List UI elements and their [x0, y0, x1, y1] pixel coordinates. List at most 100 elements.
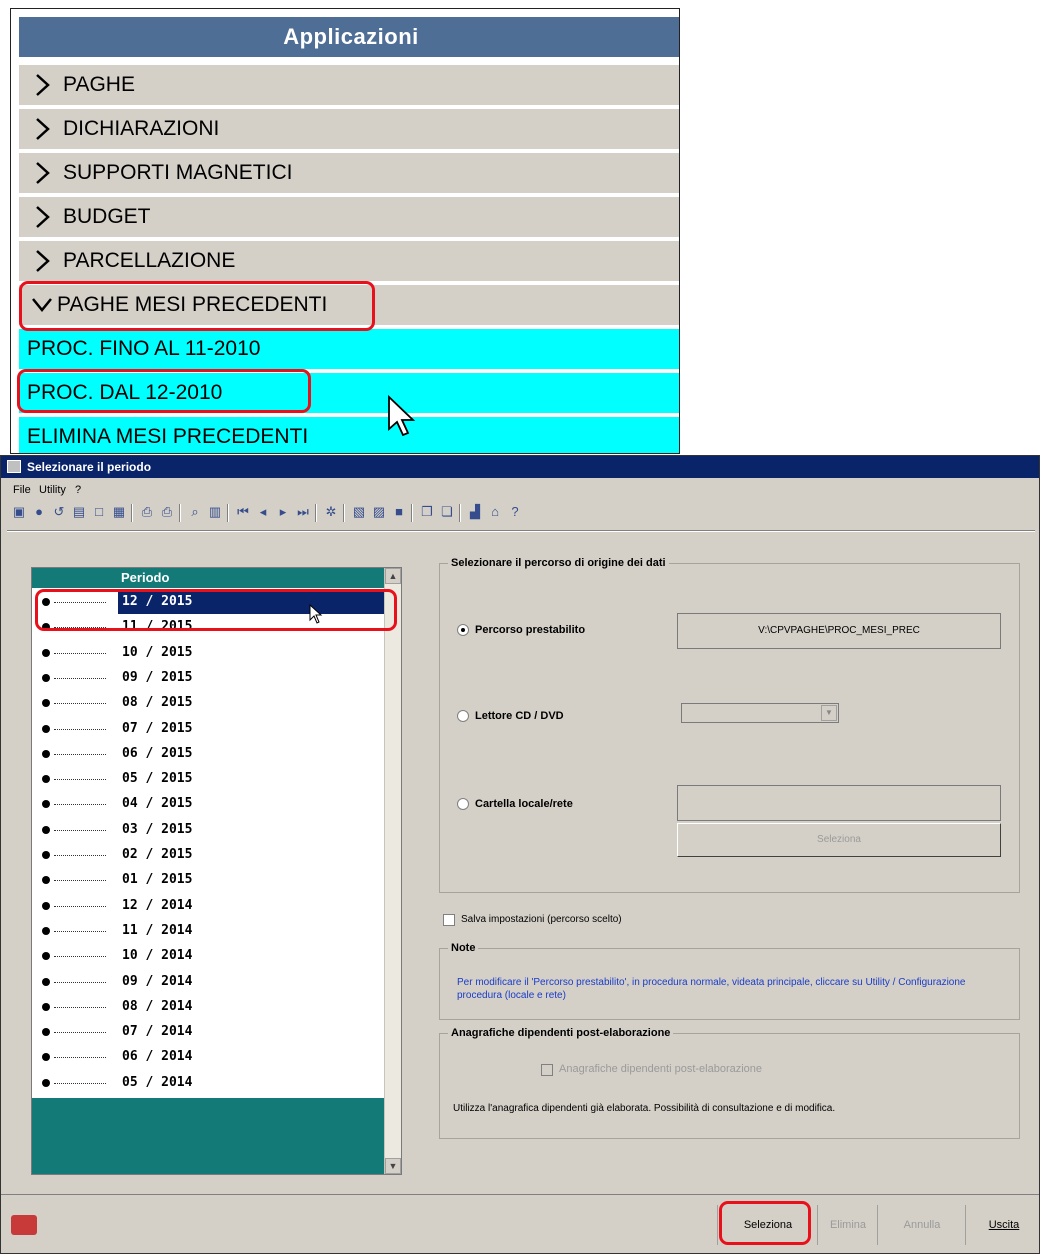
- period-row[interactable]: 02 / 2015: [32, 843, 386, 867]
- scroll-down-icon[interactable]: ▼: [385, 1158, 401, 1174]
- dotted-leader: [54, 1032, 106, 1034]
- select-period-dialog: Selezionare il periodo File Utility ? ▣ …: [0, 455, 1040, 1254]
- monitor-icon[interactable]: ■: [391, 504, 407, 520]
- cd-drive-select: ▼: [681, 703, 839, 723]
- period-row[interactable]: 07 / 2014: [32, 1020, 386, 1044]
- find-icon[interactable]: ⌕: [187, 504, 203, 520]
- folder-icon[interactable]: ▦: [111, 504, 127, 520]
- print-icon[interactable]: ⎙: [139, 504, 155, 520]
- first-record-icon[interactable]: ⏮: [235, 504, 251, 520]
- bullet-icon: [42, 952, 50, 961]
- period-row[interactable]: 10 / 2015: [32, 641, 386, 665]
- dotted-leader: [54, 728, 106, 730]
- period-row[interactable]: 07 / 2015: [32, 717, 386, 741]
- period-row[interactable]: 06 / 2014: [32, 1045, 386, 1069]
- chevron-right-icon: [36, 206, 50, 228]
- period-row[interactable]: 10 / 2014: [32, 944, 386, 968]
- print-preview-icon[interactable]: ⎙: [159, 504, 175, 520]
- undo-icon[interactable]: ↺: [51, 504, 67, 520]
- folder-path-field: [677, 785, 1001, 821]
- record-icon[interactable]: ●: [31, 504, 47, 520]
- app-item-paghe[interactable]: PAGHE: [19, 65, 679, 105]
- period-value: 10 / 2014: [122, 948, 193, 964]
- dialog-title: Selezionare il periodo: [27, 460, 152, 474]
- menu-help[interactable]: ?: [75, 480, 81, 500]
- bullet-icon: [42, 648, 50, 657]
- filter-icon[interactable]: ▥: [207, 504, 223, 520]
- anagrafiche-checkbox[interactable]: [541, 1064, 553, 1076]
- next-record-icon[interactable]: ▸: [275, 504, 291, 520]
- copy-icon[interactable]: ❐: [419, 504, 435, 520]
- new-icon[interactable]: □: [91, 504, 107, 520]
- chevron-right-icon: [36, 118, 50, 140]
- radio-default-path[interactable]: [457, 624, 469, 636]
- period-value: 01 / 2015: [122, 872, 193, 888]
- period-value: 09 / 2015: [122, 669, 193, 685]
- period-column-header[interactable]: Periodo: [32, 568, 386, 588]
- app-item-parcellazione[interactable]: PARCELLAZIONE: [19, 241, 679, 281]
- applications-panel: Applicazioni PAGHE DICHIARAZIONI SUPPORT…: [10, 8, 680, 454]
- anagrafiche-text: Utilizza l'anagrafica dipendenti già ela…: [453, 1103, 836, 1114]
- menu-file[interactable]: File: [13, 480, 31, 500]
- toolbar-separator: [411, 504, 413, 522]
- save-settings-checkbox[interactable]: [443, 914, 455, 926]
- toolbar-separator: [179, 504, 181, 522]
- radio-local-folder[interactable]: [457, 798, 469, 810]
- scroll-up-icon[interactable]: ▲: [385, 568, 401, 584]
- radio-local-folder-label: Cartella locale/rete: [475, 798, 573, 810]
- period-row[interactable]: 08 / 2014: [32, 995, 386, 1019]
- period-row[interactable]: 01 / 2015: [32, 868, 386, 892]
- window-icon: [7, 460, 21, 473]
- period-row[interactable]: 08 / 2015: [32, 691, 386, 715]
- period-list[interactable]: Periodo 12 / 2015 11 / 2015 10 / 2015 09 / …: [31, 567, 402, 1175]
- context-help-icon[interactable]: ?: [507, 504, 523, 520]
- period-row[interactable]: 04 / 2015: [32, 792, 386, 816]
- dialog-titlebar[interactable]: Selezionare il periodo: [1, 456, 1039, 478]
- uscita-button[interactable]: Uscita: [965, 1205, 1039, 1245]
- period-row[interactable]: 05 / 2015: [32, 767, 386, 791]
- annulla-button[interactable]: Annulla: [877, 1205, 966, 1245]
- app-item-supporti-magnetici[interactable]: SUPPORTI MAGNETICI: [19, 153, 679, 193]
- applications-header: Applicazioni: [19, 17, 679, 57]
- subitem-proc-fino-11-2010[interactable]: PROC. FINO AL 11-2010: [19, 329, 679, 369]
- mouse-cursor-icon: [388, 395, 416, 437]
- menu-utility[interactable]: Utility: [39, 480, 66, 500]
- app-item-budget[interactable]: BUDGET: [19, 197, 679, 237]
- chart-icon[interactable]: ▧: [351, 504, 367, 520]
- paste-icon[interactable]: ❏: [439, 504, 455, 520]
- bullet-icon: [42, 901, 50, 910]
- stats-icon[interactable]: ▟: [467, 504, 483, 520]
- toolbar-separator: [315, 504, 317, 522]
- dotted-leader: [54, 1082, 106, 1084]
- tools-icon[interactable]: ▤: [71, 504, 87, 520]
- period-value: 08 / 2014: [122, 998, 193, 1014]
- disk-icon[interactable]: ▨: [371, 504, 387, 520]
- period-row[interactable]: 03 / 2015: [32, 818, 386, 842]
- bullet-icon: [42, 876, 50, 885]
- radio-cd-dvd[interactable]: [457, 710, 469, 722]
- dotted-leader: [54, 779, 106, 781]
- subitem-label: PROC. FINO AL 11-2010: [27, 337, 261, 360]
- period-row[interactable]: 09 / 2015: [32, 666, 386, 690]
- toolbar-separator: [343, 504, 345, 522]
- highlight-selected-period: [35, 589, 397, 631]
- bullet-icon: [42, 825, 50, 834]
- app-item-dichiarazioni[interactable]: DICHIARAZIONI: [19, 109, 679, 149]
- period-list-scrollbar[interactable]: ▲ ▼: [384, 568, 401, 1174]
- notes-text: Per modificare il 'Percorso prestabilito…: [457, 977, 966, 1001]
- period-row[interactable]: 05 / 2014: [32, 1071, 386, 1095]
- period-row[interactable]: 12 / 2014: [32, 894, 386, 918]
- period-row[interactable]: 06 / 2015: [32, 742, 386, 766]
- home-icon[interactable]: ⌂: [487, 504, 503, 520]
- subitem-elimina-mesi-precedenti[interactable]: ELIMINA MESI PRECEDENTI: [19, 417, 679, 453]
- dotted-leader: [54, 753, 106, 755]
- prev-record-icon[interactable]: ◂: [255, 504, 271, 520]
- period-row[interactable]: 11 / 2014: [32, 919, 386, 943]
- elimina-button[interactable]: Elimina: [817, 1205, 878, 1245]
- period-row[interactable]: 09 / 2014: [32, 970, 386, 994]
- last-record-icon[interactable]: ⏭: [295, 504, 311, 520]
- select-folder-button[interactable]: Seleziona: [677, 823, 1001, 857]
- settings-icon[interactable]: ✲: [323, 504, 339, 520]
- save-icon[interactable]: ▣: [11, 504, 27, 520]
- app-logo-icon: [11, 1215, 37, 1235]
